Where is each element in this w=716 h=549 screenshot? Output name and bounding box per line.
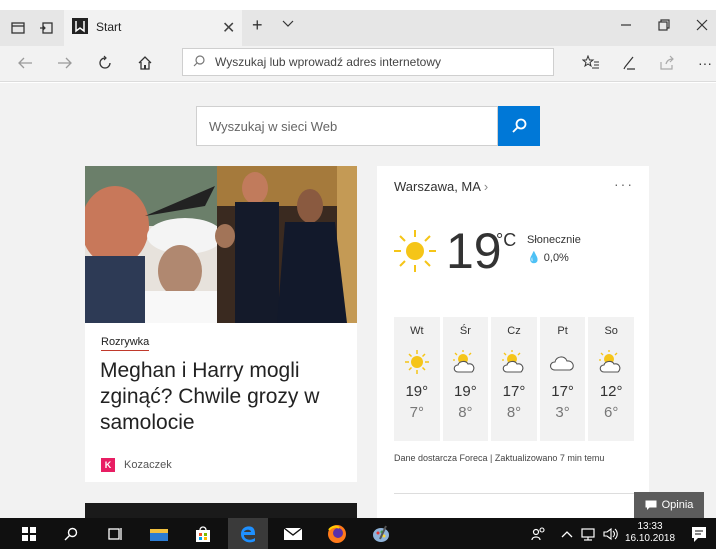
forecast-day-cz[interactable]: Cz 17° 8° [491, 317, 537, 441]
forecast-row: Wt 19° 7° Śr 19° 8° Cz 17° 8° Pt 17° 3° So 12° 6° [394, 317, 634, 441]
tab-title: Start [96, 20, 122, 34]
forecast-low: 8° [458, 404, 473, 421]
clock-time: 13:33 [637, 521, 663, 532]
sunny-icon [392, 228, 438, 279]
notifications-icon[interactable] [688, 523, 710, 545]
forecast-day-name: Cz [507, 325, 521, 337]
news-image[interactable] [85, 166, 357, 323]
feedback-button[interactable]: Opinia [634, 492, 704, 518]
refresh-button[interactable] [94, 52, 116, 74]
weather-location-name: Warszawa, MA [394, 179, 481, 194]
chat-icon [645, 500, 657, 510]
mail-icon[interactable] [282, 523, 304, 545]
store-icon[interactable] [192, 523, 214, 545]
forward-button[interactable] [54, 52, 76, 74]
task-view-icon[interactable] [104, 523, 126, 545]
web-search-placeholder: Wyszukaj w sieci Web [209, 118, 338, 134]
news-source[interactable]: Kozaczek [124, 459, 172, 471]
forecast-day-name: So [604, 325, 618, 337]
tab-preview-icon[interactable] [8, 18, 28, 38]
windows-start-icon[interactable] [18, 523, 40, 545]
news-category[interactable]: Rozrywka [101, 336, 150, 351]
forecast-day-pt[interactable]: Pt 17° 3° [539, 317, 586, 441]
search-icon [193, 54, 205, 70]
forecast-day-name: Wt [410, 325, 424, 337]
weather-location[interactable]: Warszawa, MA › [394, 179, 488, 194]
news-card-2[interactable] [85, 503, 357, 518]
precipitation-value: 0,0% [543, 252, 569, 264]
chevron-right-icon: › [483, 179, 489, 194]
more-icon[interactable]: ··· [694, 52, 716, 74]
back-button[interactable] [14, 52, 36, 74]
home-button[interactable] [134, 52, 156, 74]
divider [394, 493, 634, 494]
chevron-down-icon[interactable] [282, 16, 294, 35]
forecast-day-name: Śr [459, 325, 471, 337]
search-icon [512, 118, 527, 133]
file-explorer-icon[interactable] [148, 523, 170, 545]
msn-tab-icon [72, 18, 88, 34]
weather-more-icon[interactable]: ··· [614, 176, 634, 192]
current-temperature: 19 [446, 223, 502, 279]
precipitation: 💧 0,0% [527, 251, 569, 264]
forecast-high: 17° [502, 383, 526, 400]
forecast-high: 19° [454, 383, 477, 400]
paint-app-icon[interactable] [370, 523, 392, 545]
set-tabs-aside-icon[interactable] [36, 18, 56, 38]
edge-icon[interactable] [237, 523, 259, 545]
forecast-low: 7° [409, 404, 424, 421]
share-icon[interactable] [656, 52, 678, 74]
partly-cloudy-icon [596, 349, 626, 375]
forecast-day-name: Pt [557, 325, 568, 337]
chevron-up-icon[interactable] [556, 523, 578, 545]
weather-footer: Dane dostarcza Foreca | Zaktualizowano 7… [394, 453, 605, 463]
address-bar[interactable]: Wyszukaj lub wprowadź adres internetowy [182, 48, 554, 76]
tab-start[interactable] [64, 10, 242, 46]
forecast-day-wt[interactable]: Wt 19° 7° [394, 317, 440, 441]
source-logo: K [101, 458, 115, 472]
people-icon[interactable] [528, 523, 550, 545]
volume-icon[interactable] [600, 523, 622, 545]
new-tab-button[interactable]: + [252, 15, 263, 36]
forecast-day-so[interactable]: So 12° 6° [588, 317, 634, 441]
close-tab-icon[interactable]: ✕ [222, 18, 235, 38]
taskbar-search-icon[interactable] [60, 523, 82, 545]
clock[interactable]: 13:33 16.10.2018 [622, 521, 678, 545]
cloudy-icon [548, 349, 578, 375]
clock-date: 16.10.2018 [624, 533, 676, 544]
forecast-high: 12° [599, 383, 623, 400]
forecast-high: 17° [551, 383, 574, 400]
close-window-button[interactable] [692, 18, 712, 34]
news-headline[interactable]: Meghan i Harry mogli zginąć? Chwile groz… [100, 358, 340, 436]
partly-cloudy-icon [450, 349, 480, 375]
forecast-high: 19° [405, 383, 429, 400]
favorites-icon[interactable] [580, 52, 602, 74]
address-placeholder: Wyszukaj lub wprowadź adres internetowy [215, 55, 441, 69]
network-icon[interactable] [578, 523, 600, 545]
raindrop-icon: 💧 [527, 252, 541, 264]
minimize-button[interactable] [616, 18, 636, 34]
forecast-day-śr[interactable]: Śr 19° 8° [442, 317, 489, 441]
weather-condition: Słonecznie [527, 234, 581, 246]
feedback-label: Opinia [661, 499, 694, 511]
sunny-icon [402, 349, 432, 375]
forecast-low: 3° [555, 404, 570, 421]
firefox-icon[interactable] [326, 523, 348, 545]
web-search-button[interactable] [498, 106, 540, 146]
web-search-input[interactable]: Wyszukaj w sieci Web [196, 106, 498, 146]
temperature-unit[interactable]: °C [496, 230, 516, 251]
partly-cloudy-icon [499, 349, 529, 375]
forecast-low: 8° [506, 404, 522, 421]
restore-button[interactable] [654, 18, 674, 34]
pen-icon[interactable] [618, 52, 640, 74]
forecast-low: 6° [604, 404, 619, 421]
